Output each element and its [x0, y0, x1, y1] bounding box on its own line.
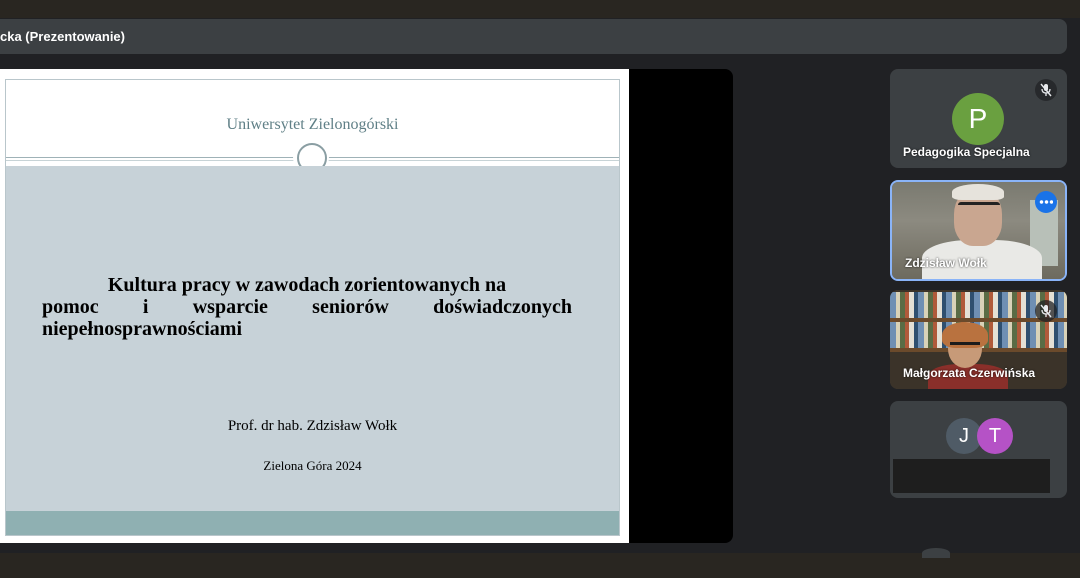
slide-place-date: Zielona Góra 2024 — [263, 458, 362, 473]
video-person-glasses — [950, 342, 980, 353]
participant-name-bar — [893, 459, 1050, 493]
slide-frame: Uniwersytet Zielonogórski Kultura pracy … — [5, 79, 620, 536]
video-person-glasses — [958, 202, 1000, 213]
slide-university: Uniwersytet Zielonogórski — [226, 116, 399, 133]
participant-tile[interactable]: P Pedagogika Specjalna — [890, 69, 1067, 168]
participant-tile-active[interactable]: Zdzisław Wołk — [890, 180, 1067, 281]
avatar: T — [977, 418, 1013, 454]
avatar: P — [952, 93, 1004, 145]
participant-name: Zdzisław Wołk — [905, 256, 987, 270]
slide-author: Prof. dr hab. Zdzisław Wołk — [227, 418, 398, 434]
mic-off-icon — [1035, 79, 1057, 101]
bottom-control-hint[interactable] — [922, 548, 950, 558]
slide-title: Kultura pracy w zawodach zorientowanych … — [42, 274, 572, 340]
slide-body: Kultura pracy w zawodach zorientowanych … — [6, 166, 619, 511]
top-bar — [0, 0, 1080, 18]
more-horiz-icon[interactable] — [1035, 191, 1057, 213]
presentation-slide: Uniwersytet Zielonogórski Kultura pracy … — [0, 69, 629, 543]
slide-title-line: pomoc i wsparcie seniorów doświadczonych — [42, 296, 572, 318]
participant-name: Pedagogika Specjalna — [903, 145, 1030, 159]
mic-off-icon — [1035, 300, 1057, 322]
slide-title-line: Kultura pracy w zawodach zorientowanych … — [107, 274, 507, 296]
slide-footer — [6, 511, 619, 535]
video-person-hair — [952, 184, 1004, 200]
participant-tile-group[interactable]: J T — [890, 401, 1067, 498]
slide-title-line: niepełnosprawnościami — [42, 318, 243, 340]
participant-name: Małgorzata Czerwińska — [903, 366, 1036, 380]
presenter-banner: cka (Prezentowanie) — [0, 19, 1067, 54]
bottom-bar — [0, 553, 1080, 578]
participant-tile[interactable]: Małgorzata Czerwińska — [890, 290, 1067, 389]
slide-header: Uniwersytet Zielonogórski — [6, 80, 619, 175]
presenter-label: cka (Prezentowanie) — [0, 29, 125, 44]
